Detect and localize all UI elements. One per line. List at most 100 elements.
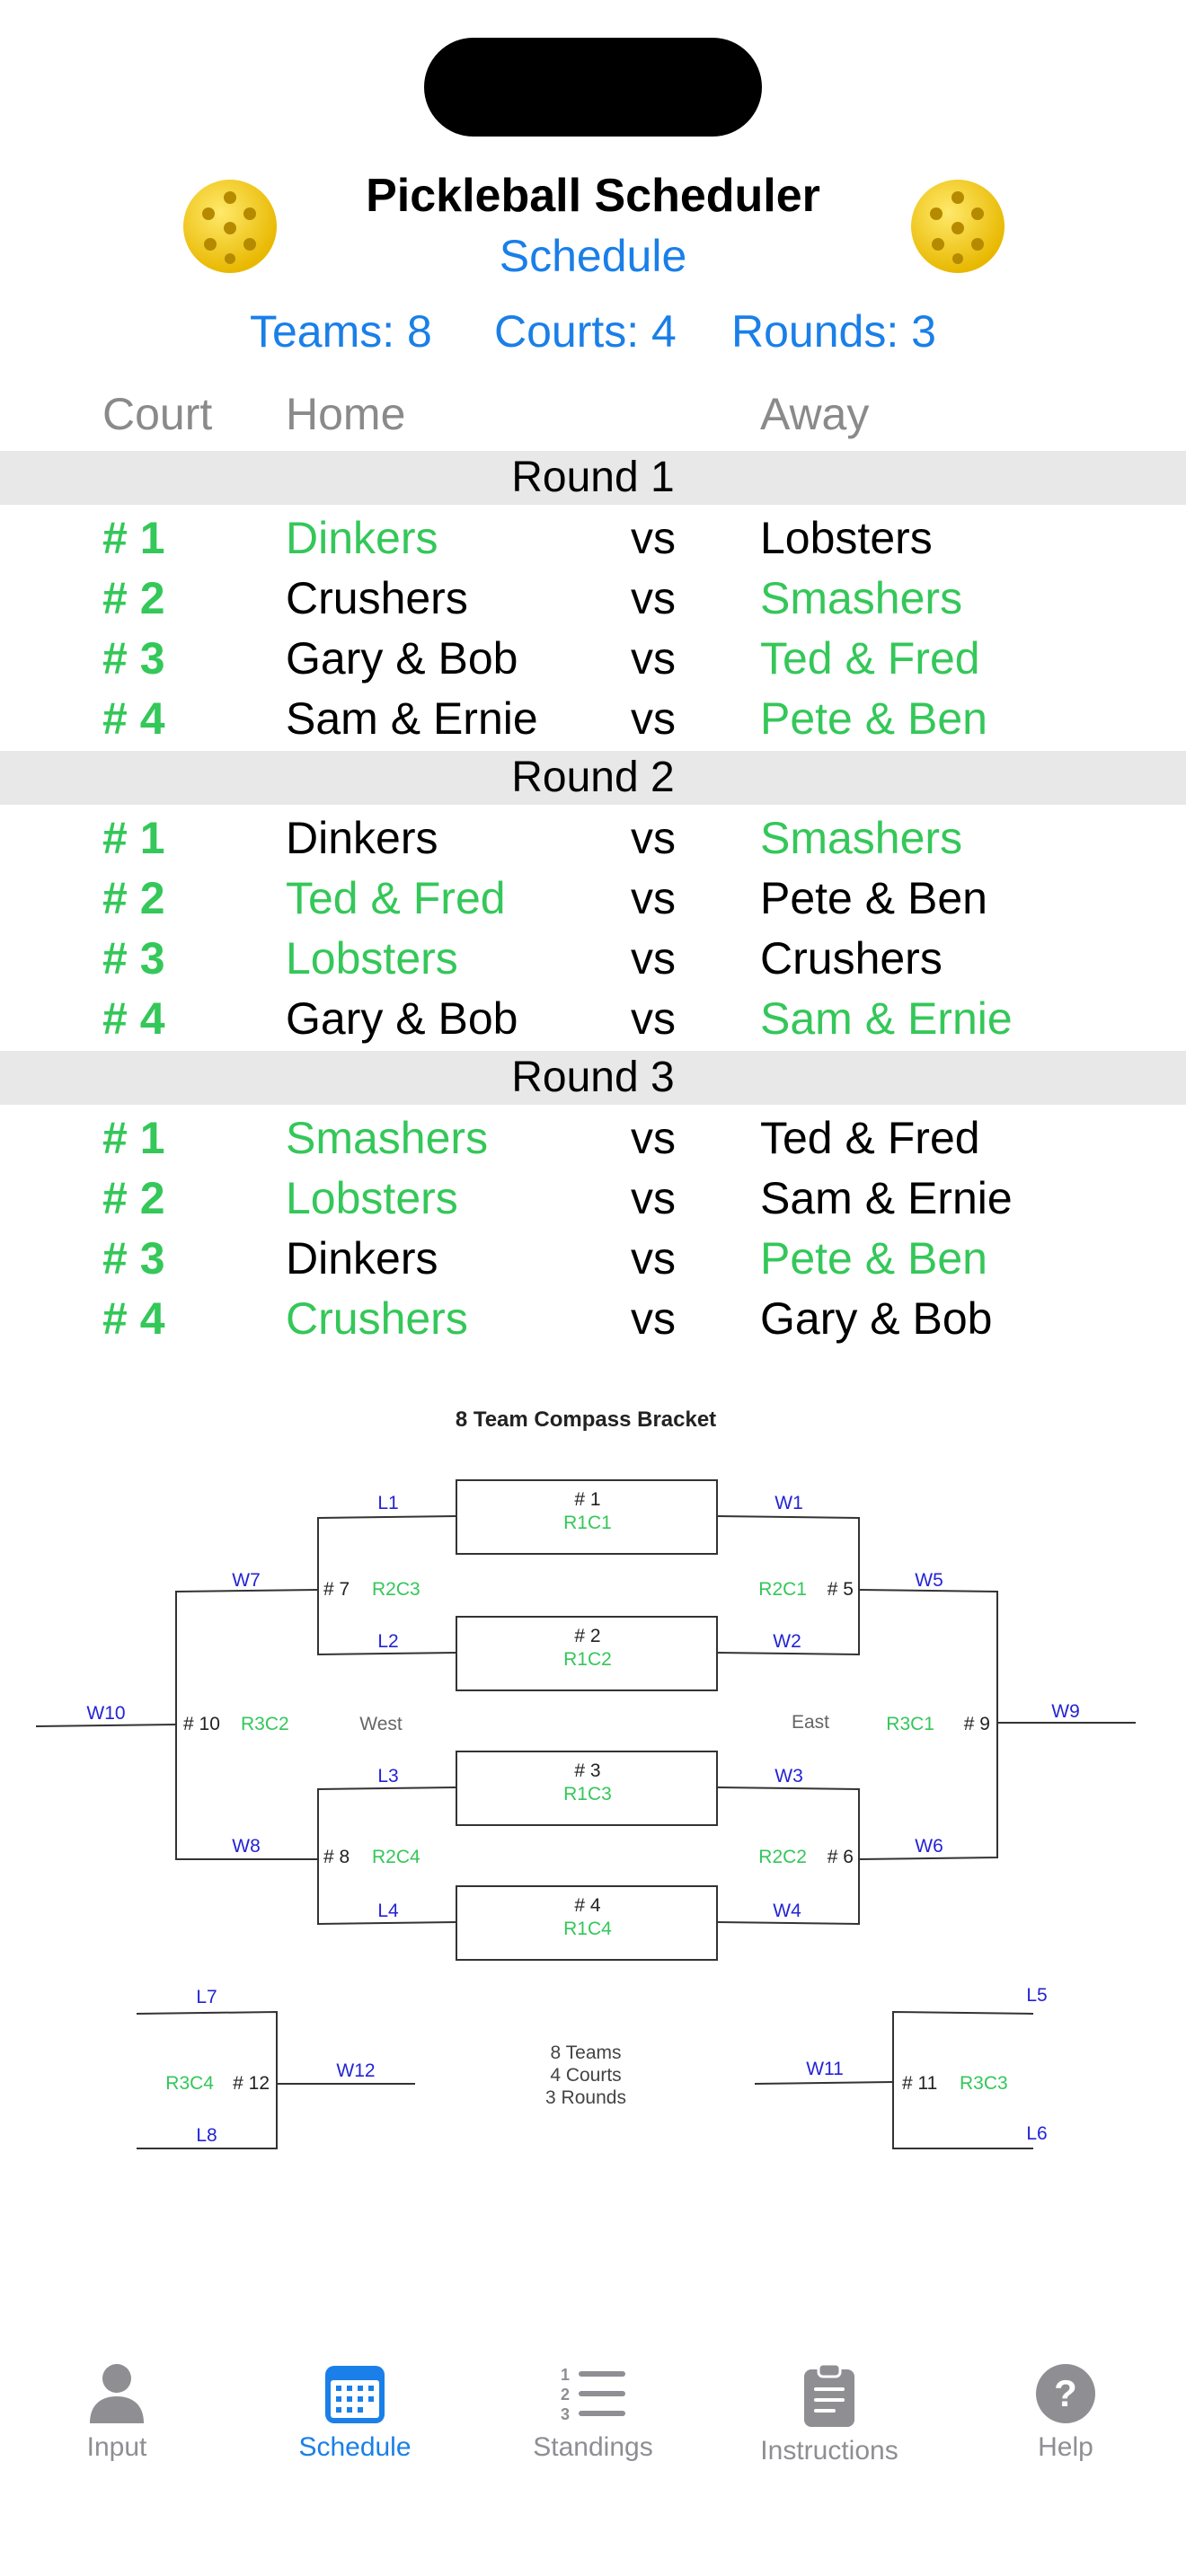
bracket-link-label: W10 <box>86 1703 125 1724</box>
match-row[interactable]: # 3 Lobsters vs Crushers <box>0 929 1186 989</box>
home-team: Crushers <box>286 1293 468 1344</box>
away-team: Pete & Ben <box>760 1233 987 1284</box>
match-row[interactable]: # 4 Sam & Ernie vs Pete & Ben <box>0 689 1186 749</box>
match-row[interactable]: # 1 Smashers vs Ted & Fred <box>0 1108 1186 1169</box>
bracket-title: 8 Team Compass Bracket <box>456 1407 716 1432</box>
away-team: Gary & Bob <box>760 1293 993 1344</box>
match-row[interactable]: # 2 Lobsters vs Sam & Ernie <box>0 1169 1186 1229</box>
bracket-game-number: # 9 <box>964 1714 990 1734</box>
tab-instructions[interactable]: Instructions <box>730 2362 928 2466</box>
away-team: Ted & Fred <box>760 633 980 684</box>
vs-label: vs <box>631 573 676 623</box>
away-team: Pete & Ben <box>760 693 987 744</box>
vs-label: vs <box>631 1233 676 1284</box>
courts-count-link[interactable]: Courts: 4 <box>494 305 677 357</box>
court-number: # 2 <box>102 1173 165 1223</box>
away-team: Smashers <box>760 813 963 863</box>
tab-schedule[interactable]: Schedule <box>256 2362 454 2463</box>
bracket-link-label: W7 <box>232 1570 261 1591</box>
bracket-game-number: # 4 <box>574 1895 601 1916</box>
vs-label: vs <box>631 993 676 1044</box>
person-icon <box>90 2364 144 2423</box>
dynamic-island <box>424 38 762 137</box>
bracket-game-code: R1C1 <box>563 1513 612 1533</box>
bracket-game-code: R2C1 <box>758 1579 807 1600</box>
court-number: # 4 <box>102 993 165 1044</box>
match-row[interactable]: # 4 Gary & Bob vs Sam & Ernie <box>0 989 1186 1049</box>
bracket-link-label: L5 <box>1026 1985 1047 2006</box>
bracket-link-label: W5 <box>915 1570 943 1591</box>
bracket-link-label: L2 <box>377 1631 398 1652</box>
tab-schedule-label: Schedule <box>298 2432 412 2462</box>
court-number: # 2 <box>102 573 165 623</box>
court-number: # 2 <box>102 873 165 923</box>
bracket-game-code: R2C2 <box>758 1847 807 1867</box>
bracket-game-code: R1C3 <box>563 1784 612 1804</box>
match-row[interactable]: # 3 Dinkers vs Pete & Ben <box>0 1229 1186 1289</box>
court-number: # 3 <box>102 933 165 984</box>
home-team: Lobsters <box>286 933 458 984</box>
round-header: Round 2 <box>0 751 1186 805</box>
rounds-count-link[interactable]: Rounds: 3 <box>731 305 936 357</box>
teams-count-link[interactable]: Teams: 8 <box>250 305 432 357</box>
match-row[interactable]: # 3 Gary & Bob vs Ted & Fred <box>0 629 1186 689</box>
bracket-game-code: R1C2 <box>563 1649 612 1670</box>
app-title: Pickleball Scheduler <box>366 170 820 222</box>
bracket-game-code: R1C4 <box>563 1919 612 1939</box>
bracket-game-number: # 1 <box>574 1489 600 1510</box>
bracket-game-number: # 8 <box>323 1847 350 1867</box>
home-team: Crushers <box>286 573 468 623</box>
round-header: Round 1 <box>0 451 1186 505</box>
home-team: Gary & Bob <box>286 633 518 684</box>
compass-bracket-diagram: 8 Team Compass Bracket # 1 R1C1 # 2 R1C2 # 3 R… <box>35 1407 1136 2149</box>
home-team: Ted & Fred <box>286 873 506 923</box>
vs-label: vs <box>631 1293 676 1344</box>
away-team: Smashers <box>760 573 963 623</box>
away-team: Sam & Ernie <box>760 993 1013 1044</box>
calendar-icon <box>325 2366 385 2423</box>
match-row[interactable]: # 1 Dinkers vs Lobsters <box>0 508 1186 569</box>
bracket-summary-line: 8 Teams <box>551 2042 622 2063</box>
home-team: Smashers <box>286 1113 489 1163</box>
bracket-game-code: R3C2 <box>241 1714 289 1734</box>
bracket-link-label: W8 <box>232 1836 261 1857</box>
bracket-game-number: # 12 <box>233 2073 270 2094</box>
tab-standings-label: Standings <box>533 2432 653 2462</box>
question-mark-icon: ? <box>1036 2364 1095 2423</box>
bracket-game-code: R2C3 <box>372 1579 420 1600</box>
away-team: Crushers <box>760 933 943 984</box>
bracket-link-label: W4 <box>773 1901 801 1921</box>
away-team: Sam & Ernie <box>760 1173 1013 1223</box>
tab-instructions-label: Instructions <box>760 2436 898 2466</box>
bracket-link-label: W3 <box>774 1766 803 1786</box>
vs-label: vs <box>631 513 676 563</box>
away-team: Ted & Fred <box>760 1113 980 1163</box>
bracket-summary-line: 3 Rounds <box>545 2087 626 2108</box>
tab-help[interactable]: ? Help <box>967 2362 1164 2463</box>
bracket-game-code: R3C3 <box>960 2073 1008 2094</box>
home-team: Dinkers <box>286 1233 438 1284</box>
court-number: # 4 <box>102 1293 165 1344</box>
match-row[interactable]: # 2 Ted & Fred vs Pete & Ben <box>0 869 1186 929</box>
bracket-game-number: # 3 <box>574 1760 600 1781</box>
match-row[interactable]: # 1 Dinkers vs Smashers <box>0 808 1186 869</box>
vs-label: vs <box>631 933 676 984</box>
bracket-game-code: R3C1 <box>886 1714 934 1734</box>
away-team: Pete & Ben <box>760 873 987 923</box>
bracket-link-label: W9 <box>1051 1701 1080 1722</box>
clipboard-icon <box>804 2362 854 2427</box>
bracket-link-label: L8 <box>196 2125 217 2146</box>
vs-label: vs <box>631 633 676 684</box>
page-subtitle: Schedule <box>499 231 687 281</box>
bracket-game-number: # 2 <box>574 1626 600 1646</box>
tab-standings[interactable]: 1 23 Standings <box>494 2362 692 2463</box>
bracket-game-number: # 11 <box>902 2073 937 2094</box>
bracket-game-code: R3C4 <box>165 2073 214 2094</box>
bracket-link-label: W11 <box>806 2059 844 2079</box>
court-number: # 1 <box>102 813 165 863</box>
bracket-game-number: # 7 <box>323 1579 350 1600</box>
match-row[interactable]: # 4 Crushers vs Gary & Bob <box>0 1289 1186 1349</box>
tab-input[interactable]: Input <box>18 2362 216 2463</box>
match-row[interactable]: # 2 Crushers vs Smashers <box>0 569 1186 629</box>
bracket-link-label: W2 <box>773 1631 801 1652</box>
